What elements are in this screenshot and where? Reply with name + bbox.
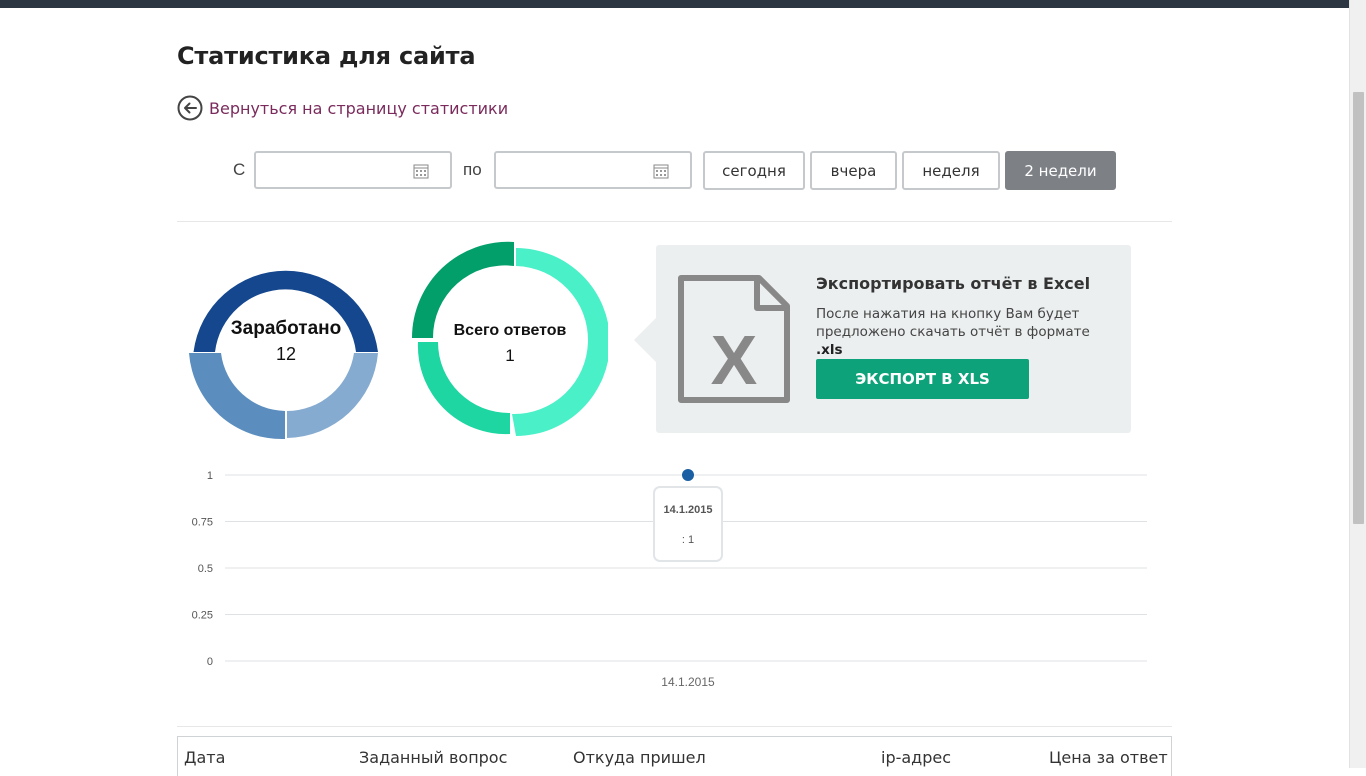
- earned-donut-segment: [287, 353, 378, 438]
- earned-donut-segment: [189, 353, 285, 440]
- y-tick-label: 1: [207, 470, 213, 482]
- period-two-weeks-button[interactable]: 2 недели: [1005, 151, 1116, 190]
- tooltip-title: 14.1.2015: [664, 504, 713, 516]
- export-format: .xls: [816, 342, 843, 358]
- tooltip-value: : 1: [682, 534, 694, 546]
- export-xls-button[interactable]: ЭКСПОРТ В XLS: [816, 359, 1029, 399]
- tooltip-box: [653, 486, 723, 562]
- date-from-label: С: [233, 160, 246, 179]
- scrollbar-thumb[interactable]: [1353, 92, 1364, 524]
- y-tick-label: 0.5: [198, 563, 213, 575]
- divider: [177, 221, 1172, 222]
- column-header-ip[interactable]: ip-адрес: [881, 748, 951, 767]
- top-bar: [0, 0, 1350, 8]
- vertical-scrollbar[interactable]: [1349, 0, 1366, 768]
- divider: [177, 726, 1172, 727]
- answers-value: 1: [505, 346, 515, 365]
- period-week-button[interactable]: неделя: [902, 151, 1000, 190]
- period-today-button[interactable]: сегодня: [703, 151, 805, 190]
- answers-line-chart: 1 0.75 0.5 0.25 0 14.1.2015 14.1.2015 : 1: [192, 469, 1147, 689]
- svg-text:X: X: [711, 321, 758, 399]
- export-description-text: После нажатия на кнопку Вам будет предло…: [816, 306, 1090, 340]
- earned-stat: Заработано 12: [191, 318, 381, 365]
- export-title: Экспортировать отчёт в Excel: [816, 274, 1091, 293]
- y-tick-label: 0.25: [192, 610, 213, 622]
- calendar-icon[interactable]: [413, 163, 429, 179]
- back-link-label: Вернуться на страницу статистики: [209, 98, 509, 118]
- arrow-left-circle-icon: [177, 95, 203, 121]
- export-description: После нажатия на кнопку Вам будет предло…: [816, 305, 1116, 359]
- answers-title: Всего ответов: [453, 322, 567, 339]
- answers-stat: Всего ответов 1: [415, 322, 605, 366]
- earned-value: 12: [275, 344, 297, 364]
- y-tick-label: 0.75: [192, 517, 213, 529]
- back-to-stats-link[interactable]: Вернуться на страницу статистики: [177, 95, 508, 121]
- earned-title: Заработано: [230, 318, 342, 339]
- y-tick-label: 0: [207, 656, 213, 668]
- excel-file-icon: X: [678, 275, 790, 403]
- column-header-source[interactable]: Откуда пришел: [573, 748, 706, 767]
- column-header-date[interactable]: Дата: [184, 748, 225, 767]
- period-yesterday-button[interactable]: вчера: [810, 151, 897, 190]
- export-panel-pointer: [634, 318, 656, 362]
- column-header-question[interactable]: Заданный вопрос: [359, 748, 507, 767]
- calendar-icon[interactable]: [653, 163, 669, 179]
- data-point: [682, 469, 694, 481]
- stats-table-header: Дата Заданный вопрос Откуда пришел ip-ад…: [177, 736, 1172, 776]
- page-title: Статистика для сайта: [177, 42, 476, 70]
- x-tick-label: 14.1.2015: [661, 675, 715, 689]
- date-to-label: по: [463, 160, 482, 179]
- column-header-price[interactable]: Цена за ответ: [1049, 748, 1168, 767]
